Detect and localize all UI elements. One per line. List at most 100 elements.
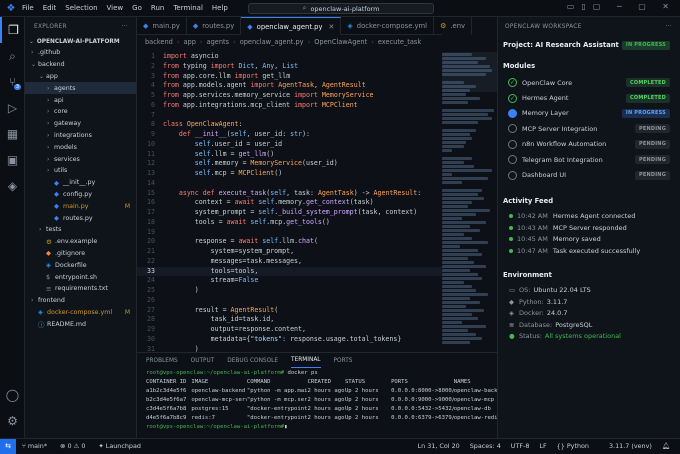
tree-item-main-py[interactable]: ◆ main.py M (25, 200, 136, 212)
cursor-position[interactable]: Ln 31, Col 20 (418, 442, 460, 450)
tree-item-requirements-txt[interactable]: ≡ requirements.txt (25, 283, 136, 295)
command-center-search[interactable]: ⌕ openclaw-ai-platform (248, 3, 434, 14)
menu-item-view[interactable]: View (107, 4, 124, 12)
menu-item-run[interactable]: Run (151, 4, 164, 12)
problems-indicator[interactable]: ⊗ 0 ⚠ 0 (60, 442, 85, 450)
module-item[interactable]: Dashboard UI PENDING (498, 167, 680, 182)
module-item[interactable]: n8n Workflow Automation PENDING (498, 137, 680, 152)
interpreter[interactable]: 3.11.7 (venv) (609, 442, 652, 450)
account-icon[interactable]: ◯ (0, 382, 25, 408)
remote-explorer-icon[interactable]: ▣ (0, 147, 25, 173)
run-debug-icon[interactable]: ▷ (0, 95, 25, 121)
line-number: 28 (147, 315, 155, 324)
tree-item-gateway[interactable]: › gateway (25, 118, 136, 130)
minimap[interactable] (442, 52, 497, 352)
explorer-header: EXPLORER (34, 23, 67, 30)
docker-icon[interactable]: ◈ (0, 173, 25, 199)
menu-item-go[interactable]: Go (132, 4, 142, 12)
activity-title: Activity Feed (503, 196, 554, 205)
tree-item-label: tests (46, 226, 62, 234)
breadcrumb-item[interactable]: openclaw_agent.py (240, 38, 304, 46)
environment-item: ● Status: All systems operational (498, 331, 680, 343)
menu-item-file[interactable]: File (22, 4, 34, 12)
tree-item-readme-md[interactable]: ⓘ README.md (25, 318, 136, 330)
minimap-viewport[interactable] (442, 52, 497, 92)
menu-item-terminal[interactable]: Terminal (173, 4, 203, 12)
chevron-right-icon: › (47, 155, 50, 163)
menu-item-selection[interactable]: Selection (65, 4, 97, 12)
panel-tab-debug-console[interactable]: DEBUG CONSOLE (227, 353, 278, 368)
minimap-line (442, 341, 470, 344)
breadcrumb-item[interactable]: execute_task (378, 38, 421, 46)
tab--env[interactable]: ⚙ .env (434, 17, 473, 35)
module-item[interactable]: ✓ OpenClaw Core COMPLETED (498, 75, 680, 90)
breadcrumb-item[interactable]: OpenClawAgent (314, 38, 367, 46)
more-actions-icon[interactable]: ··· (666, 24, 672, 30)
panel-tab-output[interactable]: OUTPUT (191, 353, 215, 368)
terminal[interactable]: root@vps-openclaw:~/openclaw-ai-platform… (137, 368, 497, 432)
menu-item-edit[interactable]: Edit (43, 4, 57, 12)
tree-item-utils[interactable]: › utils (25, 165, 136, 177)
close-icon[interactable]: ✕ (329, 23, 335, 31)
gear-icon[interactable]: ⚙ (0, 408, 25, 434)
minimap-line (442, 261, 474, 264)
minimap-line (442, 321, 462, 324)
tree-item-tests[interactable]: › tests (25, 224, 136, 236)
bell-icon[interactable]: 🔔︎ (662, 442, 670, 450)
chevron-right-icon: › (47, 167, 50, 175)
tab-docker-compose-yml[interactable]: ◈ docker-compose.yml (341, 17, 435, 35)
breadcrumb-item[interactable]: backend (145, 38, 173, 46)
menu-item-help[interactable]: Help (212, 4, 228, 12)
panel-tab-ports[interactable]: PORTS (334, 353, 353, 368)
tree-item-integrations[interactable]: › integrations (25, 130, 136, 142)
window-controls[interactable]: ▭▯▢ ─ ▢ ✕ (567, 2, 676, 11)
tree-item--env-example[interactable]: ⚙ .env.example (25, 236, 136, 248)
panel-tab-terminal[interactable]: TERMINAL (291, 353, 321, 368)
tree-item-models[interactable]: › models (25, 141, 136, 153)
module-item[interactable]: Memory Layer IN PROGRESS (498, 106, 680, 121)
extensions-icon[interactable]: ▦ (0, 121, 25, 147)
line-ending[interactable]: LF (539, 442, 546, 450)
tree-item-config-py[interactable]: ◆ config.py (25, 189, 136, 201)
module-item[interactable]: Telegram Bot Integration PENDING (498, 152, 680, 167)
tree-item-dockerfile[interactable]: ◈ Dockerfile (25, 259, 136, 271)
tree-item-services[interactable]: › services (25, 153, 136, 165)
tab-routes-py[interactable]: ◆ routes.py (187, 17, 242, 35)
tree-item-api[interactable]: › api (25, 94, 136, 106)
source-control-icon[interactable]: ⑂ 3 (0, 69, 25, 95)
module-item[interactable]: MCP Server Integration PENDING (498, 121, 680, 136)
tree-item-entrypoint-sh[interactable]: $ entrypoint.sh (25, 271, 136, 283)
tree-item--gitignore[interactable]: ◆ .gitignore (25, 248, 136, 260)
tree-item-core[interactable]: › core (25, 106, 136, 118)
tree-item-backend[interactable]: ⌄ backend (25, 59, 136, 71)
tree-item-app[interactable]: ⌄ app (25, 71, 136, 83)
chevron-down-icon: ⌄ (31, 61, 37, 69)
environment-key: OS: (519, 286, 531, 295)
tree-item-agents[interactable]: › agents (25, 82, 136, 95)
tab-main-py[interactable]: ◆ main.py (137, 17, 187, 35)
encoding[interactable]: UTF-8 (511, 442, 530, 450)
tree-item-frontend[interactable]: › frontend (25, 295, 136, 307)
branch-indicator[interactable]: ⑂ main* (22, 442, 47, 450)
search-icon[interactable]: ⌕ (0, 43, 25, 69)
launchpad-button[interactable]: ✦ Launchpad (98, 442, 141, 450)
language-mode[interactable]: {} Python (557, 442, 599, 450)
breadcrumb-item[interactable]: app (184, 38, 196, 46)
module-item[interactable]: ✓ Hermes Agent COMPLETED (498, 90, 680, 105)
tree-item-docker-compose-yml[interactable]: ◈ docker-compose.yml M (25, 307, 136, 319)
module-name: Telegram Bot Integration (522, 155, 603, 164)
code-text: async def execute_task(self, task: Agent… (178, 188, 422, 197)
indentation[interactable]: Spaces: 4 (470, 442, 501, 450)
tree-item-routes-py[interactable]: ◆ routes.py (25, 212, 136, 224)
more-actions-icon[interactable]: ··· (122, 24, 128, 30)
activity-item: 10:45 AM Memory saved (498, 234, 680, 246)
project-root[interactable]: ⌄ OPENCLAW-AI-PLATFORM (25, 36, 136, 47)
code-editor[interactable]: 1 import asyncio 2 from typing import Dict,… (137, 52, 442, 352)
tree-item---init---py[interactable]: ◆ __init__.py (25, 177, 136, 189)
breadcrumb-item[interactable]: agents (207, 38, 229, 46)
explorer-icon[interactable]: ❐ (0, 17, 25, 43)
remote-indicator-icon[interactable]: ⇆ (0, 438, 16, 454)
tab-openclaw-agent-py[interactable]: ◆ openclaw_agent.py ✕ (241, 17, 342, 35)
tree-item--github[interactable]: › .github (25, 47, 136, 59)
panel-tab-problems[interactable]: PROBLEMS (146, 353, 178, 368)
